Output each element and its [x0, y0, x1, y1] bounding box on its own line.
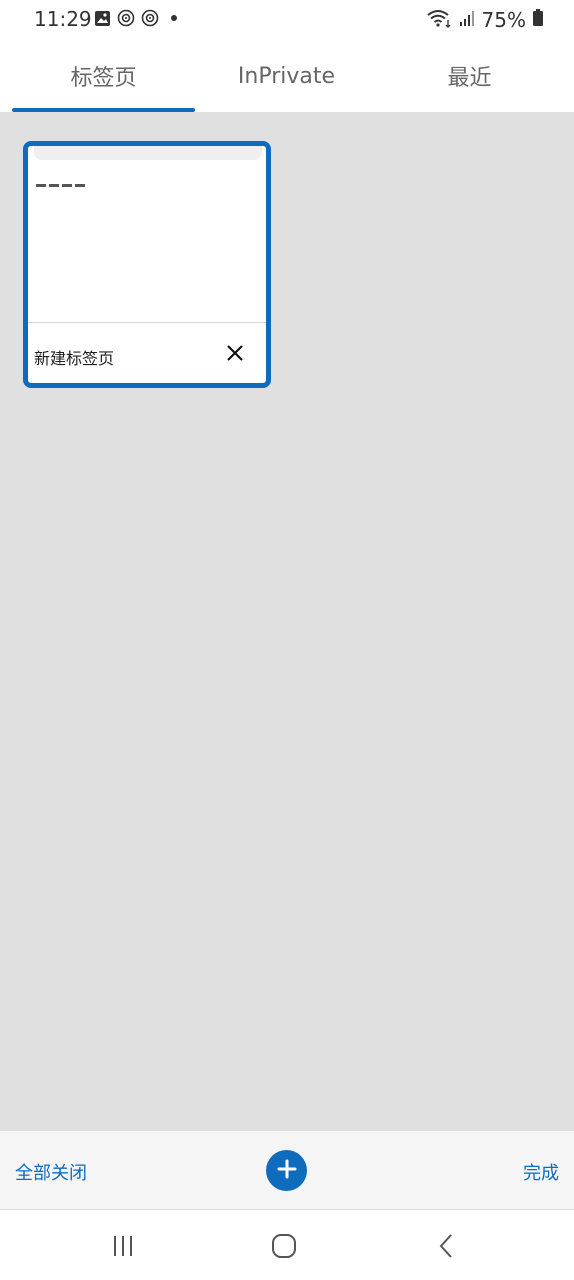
sync-icon: [117, 9, 135, 27]
status-icons-right: 75%: [426, 8, 544, 32]
close-tab-icon[interactable]: [222, 340, 248, 366]
system-navbar: [0, 1210, 574, 1280]
battery-text: 75%: [481, 8, 526, 32]
bottom-toolbar: 全部关闭 完成: [0, 1131, 574, 1210]
dot-icon: [165, 9, 183, 27]
close-all-button[interactable]: 全部关闭: [15, 1159, 87, 1185]
home-icon[interactable]: [266, 1228, 302, 1264]
tab-thumbnail[interactable]: [28, 146, 266, 323]
tab-card[interactable]: 新建标签页: [23, 141, 271, 388]
tab-inprivate[interactable]: InPrivate: [195, 40, 378, 112]
plus-icon: [276, 1158, 298, 1184]
status-time: 11:29: [34, 7, 92, 31]
back-icon[interactable]: [428, 1228, 464, 1264]
sync-icon: [141, 9, 159, 27]
thumbnail-header: [34, 146, 262, 160]
tab-bar: 标签页 InPrivate 最近: [0, 40, 574, 112]
recents-icon[interactable]: [105, 1228, 141, 1264]
tab-tabs[interactable]: 标签页: [12, 40, 195, 112]
signal-icon: [458, 9, 476, 31]
image-icon: [93, 9, 111, 27]
done-button[interactable]: 完成: [523, 1159, 559, 1185]
tab-card-title: 新建标签页: [34, 349, 115, 368]
tab-recent[interactable]: 最近: [378, 40, 561, 112]
tab-grid: 新建标签页: [0, 112, 574, 1131]
status-bar: 11:29 75%: [0, 0, 574, 40]
new-tab-button[interactable]: [266, 1150, 307, 1191]
battery-icon: [532, 9, 544, 31]
tab-card-footer: 新建标签页: [28, 323, 266, 383]
status-icons-left: [93, 9, 183, 27]
wifi-icon: [426, 8, 452, 32]
thumbnail-text: [36, 172, 96, 187]
